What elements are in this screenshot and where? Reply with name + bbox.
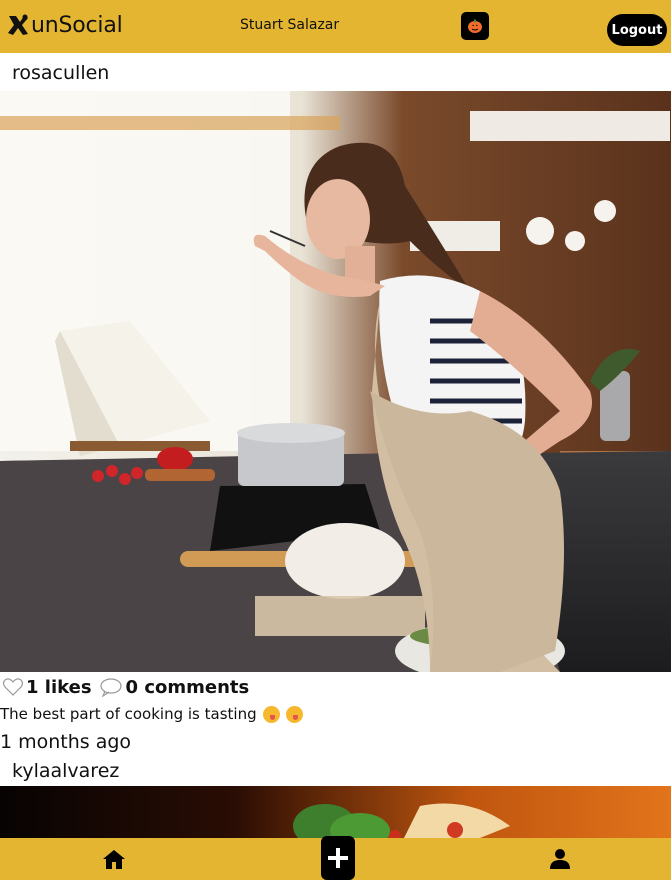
post-author[interactable]: kylaalvarez — [0, 758, 671, 786]
bottom-nav-bar — [0, 836, 671, 880]
yum-emoji — [262, 705, 280, 723]
likes-count[interactable]: 1 likes — [26, 677, 92, 698]
post-image[interactable] — [0, 91, 671, 672]
heart-icon[interactable] — [2, 677, 24, 697]
current-user-name[interactable]: Stuart Salazar — [240, 17, 339, 33]
theme-toggle-button[interactable] — [461, 12, 489, 40]
comments-count[interactable]: 0 comments — [126, 677, 250, 698]
profile-icon[interactable] — [549, 848, 571, 870]
home-icon[interactable] — [102, 848, 126, 870]
post-caption: The best part of cooking is tasting — [0, 702, 671, 726]
add-post-button[interactable] — [321, 836, 355, 880]
comment-icon[interactable] — [99, 677, 122, 697]
brand-logo[interactable]: unSocial — [6, 12, 123, 38]
yum-emoji — [285, 705, 303, 723]
post-timestamp: 1 months ago — [0, 731, 132, 753]
pumpkin-icon — [468, 19, 482, 33]
post-author[interactable]: rosacullen — [0, 53, 671, 91]
add-icon — [328, 848, 348, 868]
app-name: unSocial — [31, 12, 123, 38]
post-actions: 1 likes 0 comments — [0, 672, 671, 702]
post-feed: rosacullen 1 likes 0 comments The best p… — [0, 53, 671, 846]
logout-button[interactable]: Logout — [607, 14, 667, 46]
caption-text: The best part of cooking is tasting — [0, 705, 257, 723]
logo-icon — [8, 14, 28, 35]
top-nav-bar: unSocial Stuart Salazar Logout — [0, 0, 671, 53]
